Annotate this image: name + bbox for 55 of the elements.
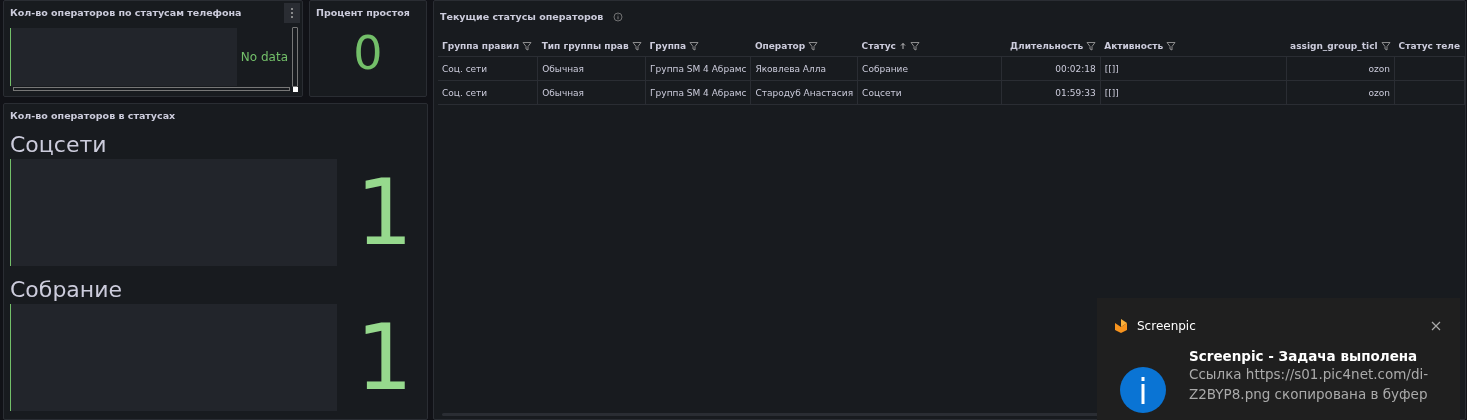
column-header[interactable]: assign_group_ticl xyxy=(1290,41,1378,51)
filter-icon[interactable] xyxy=(1086,41,1097,51)
stat-value: 0 xyxy=(352,26,384,80)
column-header[interactable]: Активность xyxy=(1104,41,1164,51)
menu-icon[interactable] xyxy=(284,3,300,23)
table-cell: Группа SM 4 Абрамс xyxy=(645,56,751,81)
table-cell: Соцсети xyxy=(857,80,1002,105)
filter-icon[interactable] xyxy=(1166,41,1177,51)
table-cell: Собрание xyxy=(857,56,1002,81)
info-icon xyxy=(1119,366,1167,414)
column-header[interactable]: Группа правил xyxy=(442,41,519,51)
panel-title: Кол-во операторов по статусам телефона xyxy=(9,6,243,18)
column-header[interactable]: Статус xyxy=(861,41,896,51)
info-icon[interactable] xyxy=(613,12,624,22)
table-cell: Обычная xyxy=(537,56,646,81)
table-cell: Соц. сети xyxy=(438,56,538,81)
scrollbar[interactable] xyxy=(13,87,290,91)
filter-icon[interactable] xyxy=(631,41,642,51)
panel-title: Текущие статусы операторов xyxy=(440,11,604,22)
filter-icon[interactable] xyxy=(1380,41,1391,51)
bar-value: 1 xyxy=(354,307,414,408)
notification-message: Ссылка https://s01.pic4net.com/di-Z2BYP8.png скопирована в буфер xyxy=(1189,365,1430,404)
no-data-text: No data xyxy=(240,50,288,64)
table-cell: 01:59:33 xyxy=(1001,80,1101,105)
column-header[interactable]: Группа xyxy=(649,41,687,51)
bar-label: Соцсети xyxy=(10,131,108,159)
table-cell: [[]] xyxy=(1100,56,1287,81)
table-cell: ozon xyxy=(1286,56,1395,81)
filter-icon[interactable] xyxy=(808,41,819,51)
bar-label: Собрание xyxy=(10,276,124,304)
sort-arrow-icon[interactable] xyxy=(898,42,907,50)
filter-icon[interactable] xyxy=(909,41,920,51)
table-cell: [[]] xyxy=(1100,80,1287,105)
table-cell: Стародуб Анастасия xyxy=(750,80,858,105)
table-cell: Группа SM 4 Абрамс xyxy=(645,80,751,105)
filter-icon[interactable] xyxy=(522,41,532,51)
table-cell: Яковлева Алла xyxy=(750,56,858,81)
bar-value: 1 xyxy=(354,162,414,263)
table-cell: Соц. сети xyxy=(438,80,538,105)
column-header[interactable]: Тип группы прав xyxy=(541,41,629,51)
table-cell: 00:02:18 xyxy=(1001,56,1101,81)
column-header[interactable]: Статус теле xyxy=(1398,41,1461,51)
app-logo-icon xyxy=(1113,318,1129,334)
notification-title: Screenpic - Задача выполена xyxy=(1189,348,1419,364)
scrollbar[interactable] xyxy=(292,27,298,87)
resize-handle[interactable] xyxy=(293,87,298,92)
close-button[interactable] xyxy=(1430,320,1442,332)
table-cell: ozon xyxy=(1286,80,1395,105)
panel-title: Процент простоя xyxy=(315,6,411,18)
panel-title: Кол-во операторов в статусах xyxy=(9,109,177,121)
filter-icon[interactable] xyxy=(689,41,700,51)
app-name: Screenpic xyxy=(1137,319,1197,333)
column-header[interactable]: Длительность xyxy=(1010,41,1084,51)
table-cell: Обычная xyxy=(537,80,646,105)
column-header[interactable]: Оператор xyxy=(754,41,806,51)
